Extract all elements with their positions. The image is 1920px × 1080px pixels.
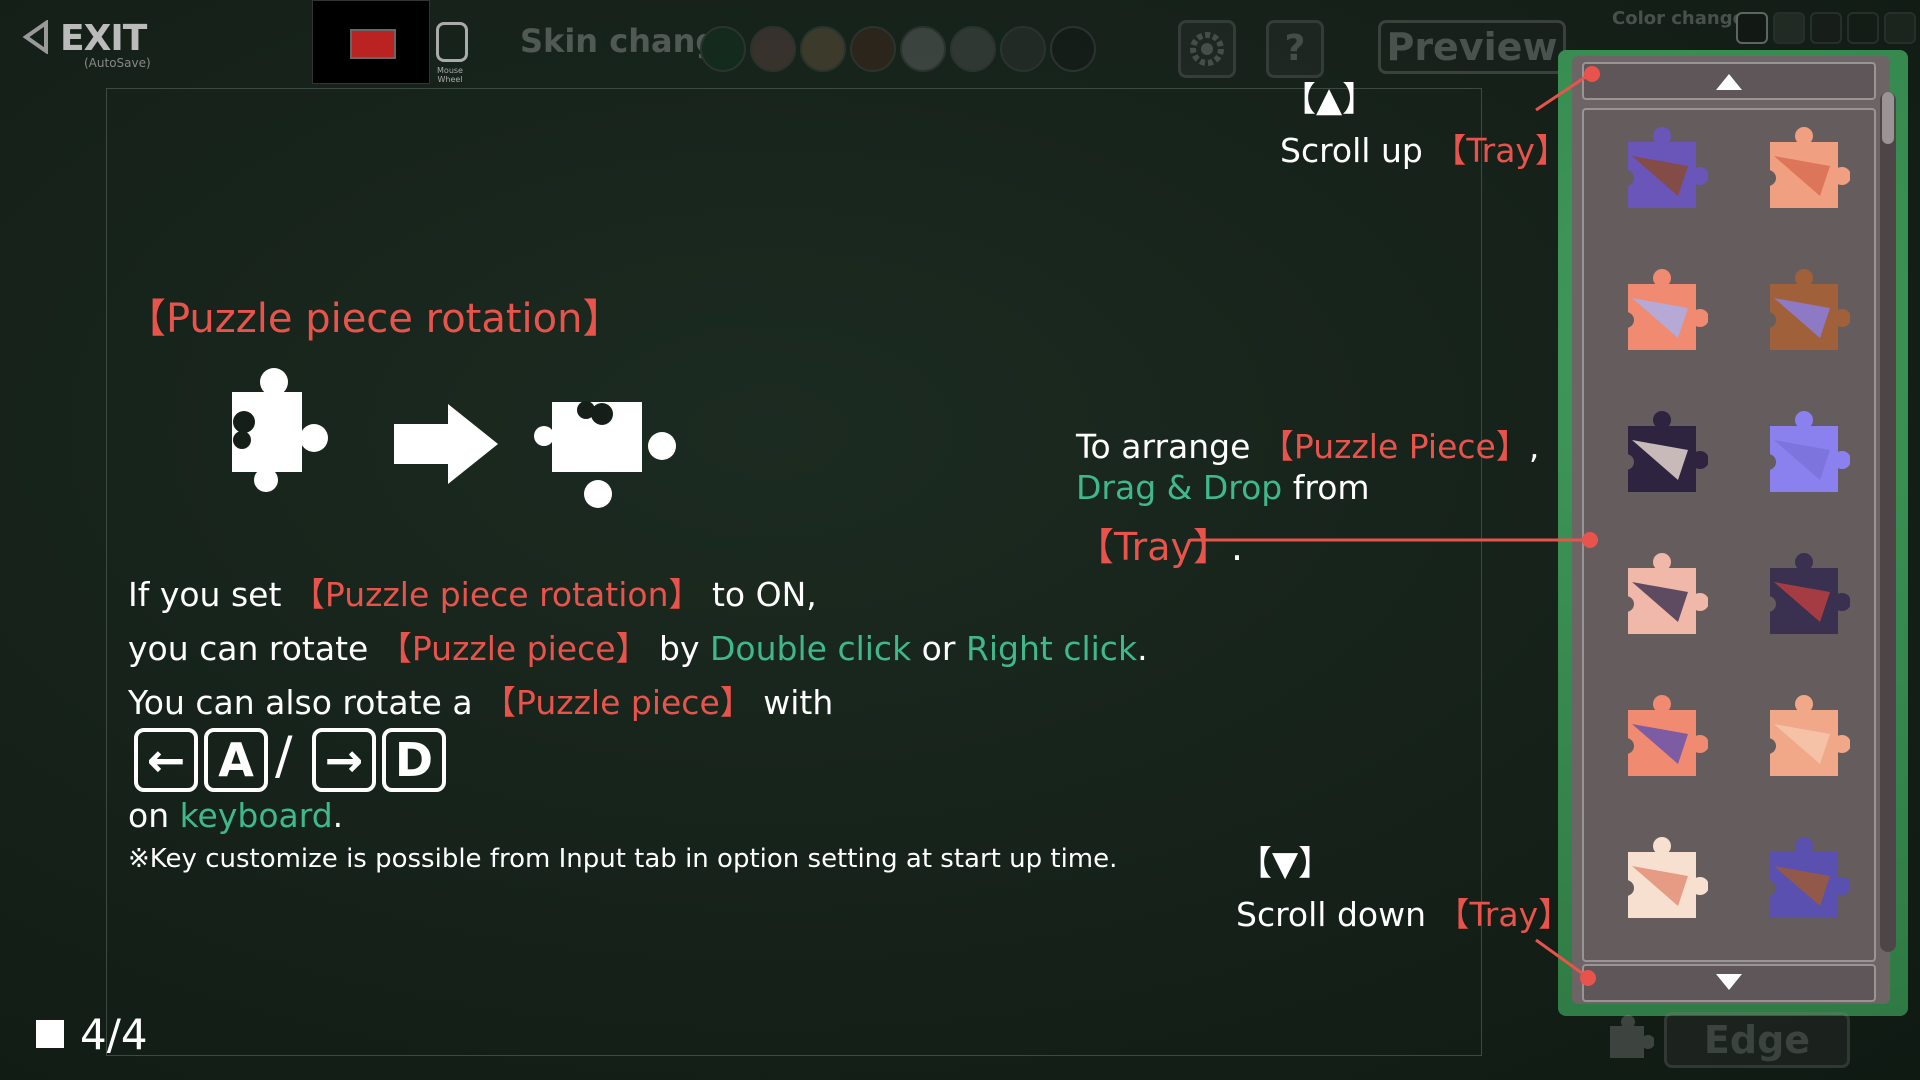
page-number: 4/4 <box>80 1010 148 1059</box>
annotation-pointer-lines <box>1190 66 1600 986</box>
puzzle-edge-icon <box>1610 1015 1654 1058</box>
page-square-icon <box>36 1020 64 1048</box>
edge-button[interactable]: Edge <box>1664 1012 1850 1068</box>
